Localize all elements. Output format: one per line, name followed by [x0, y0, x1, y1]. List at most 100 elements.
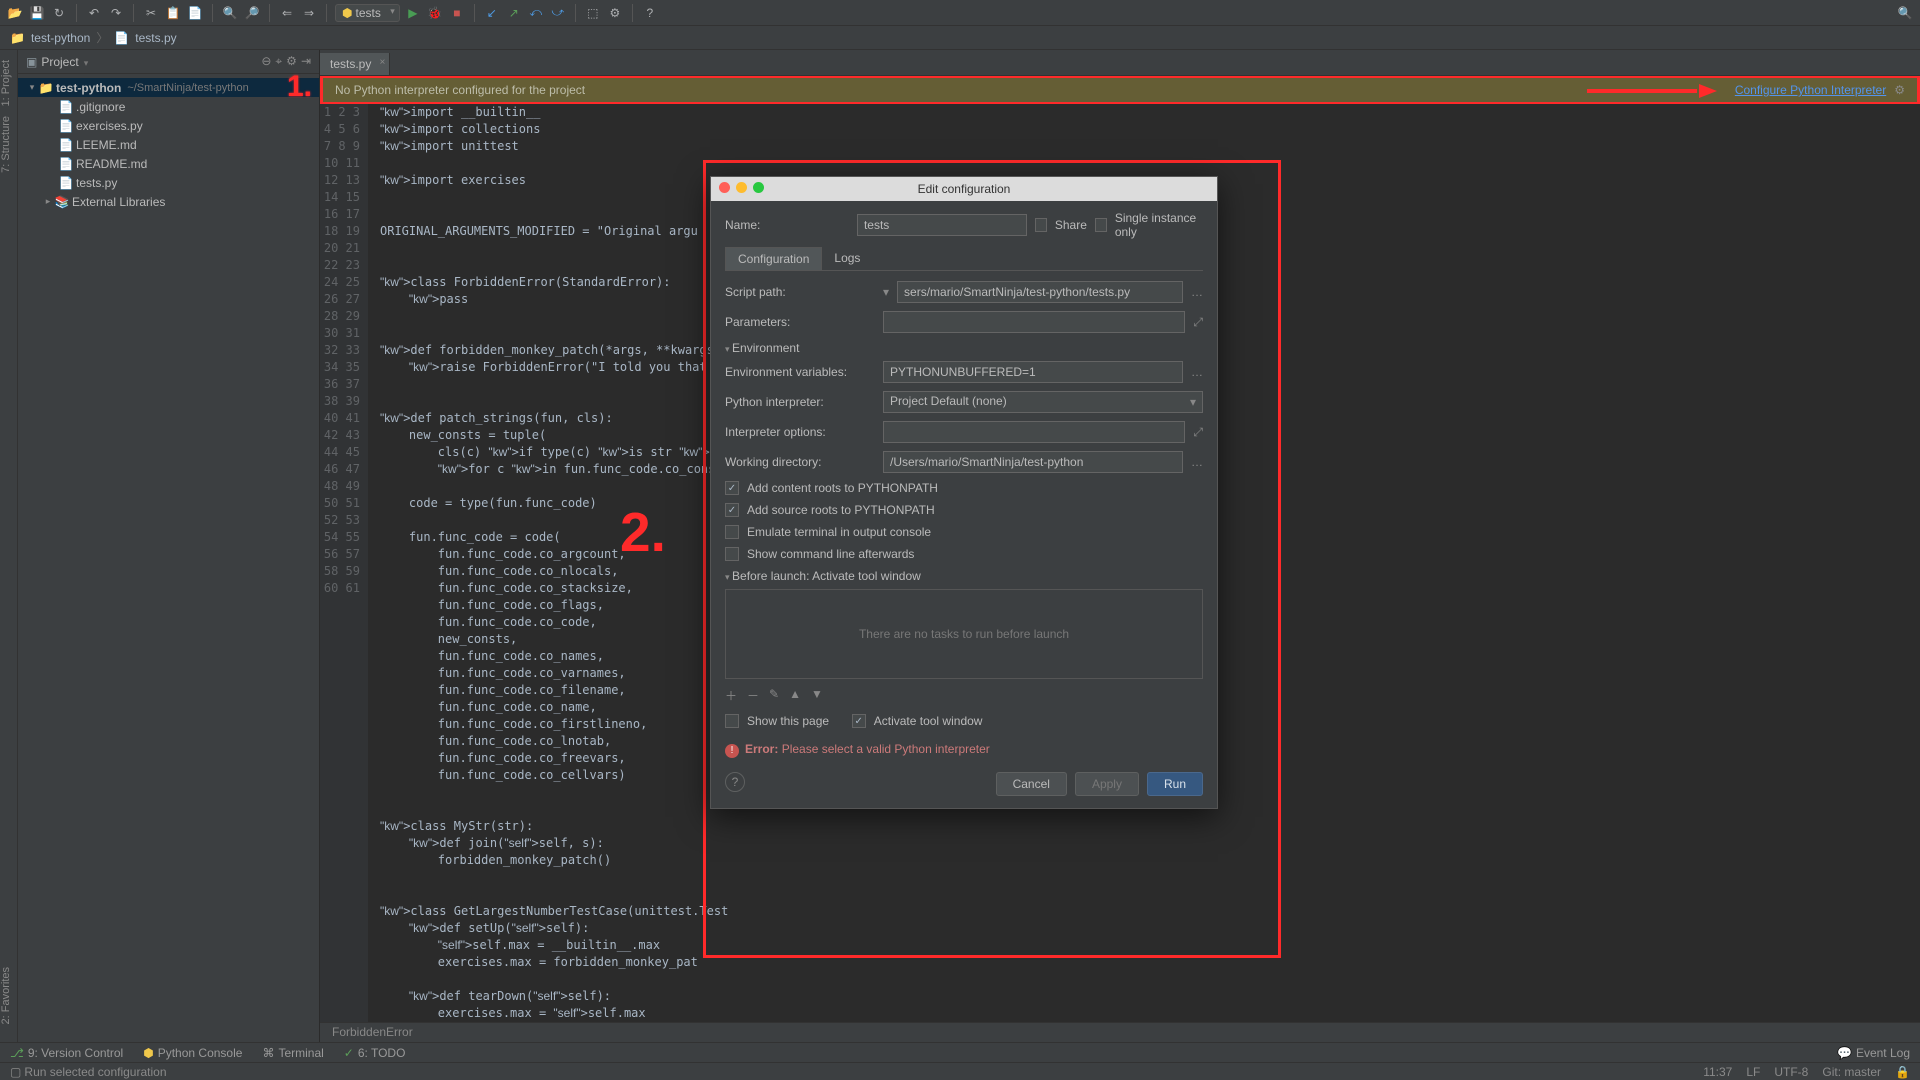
help-icon[interactable]: ?	[641, 4, 659, 22]
structure-icon[interactable]: ⬚	[584, 4, 602, 22]
status-git[interactable]: Git: master	[1822, 1065, 1881, 1079]
tab-logs[interactable]: Logs	[822, 247, 872, 270]
move-up-icon[interactable]: ▲	[789, 687, 801, 704]
add-task-icon[interactable]: ＋	[725, 687, 737, 704]
run-icon[interactable]: ▶	[404, 4, 422, 22]
tool-todo[interactable]: ✓6: TODO	[344, 1046, 406, 1060]
refresh-icon[interactable]: ↻	[50, 4, 68, 22]
stop-icon[interactable]: ■	[448, 4, 466, 22]
status-encoding[interactable]: UTF-8	[1774, 1065, 1808, 1079]
status-lock-icon[interactable]: 🔒	[1895, 1065, 1910, 1079]
paste-icon[interactable]: 📄	[186, 4, 204, 22]
undo-icon[interactable]: ↶	[85, 4, 103, 22]
apply-button[interactable]: Apply	[1075, 772, 1139, 796]
crumb-project[interactable]: test-python	[31, 31, 90, 45]
tree-file-readme[interactable]: 📄README.md	[18, 154, 319, 173]
project-panel: ▣ Project ⊖ ⌖ ⚙ ⇥ ▾📁 test-python ~/Smart…	[18, 50, 320, 1044]
tree-file-leeme[interactable]: 📄LEEME.md	[18, 135, 319, 154]
vcs-update-icon[interactable]: ↙	[483, 4, 501, 22]
show-page-checkbox[interactable]	[725, 714, 739, 728]
tool-terminal[interactable]: ⌘Terminal	[262, 1046, 323, 1060]
envvars-input[interactable]	[883, 361, 1183, 383]
tree-file-gitignore[interactable]: 📄.gitignore	[18, 97, 319, 116]
fwd-icon[interactable]: ⇒	[300, 4, 318, 22]
tab-structure[interactable]: 7: Structure	[0, 116, 12, 173]
working-dir-input[interactable]	[883, 451, 1183, 473]
configure-interpreter-link[interactable]: Configure Python Interpreter	[1735, 83, 1886, 97]
redo-icon[interactable]: ↷	[107, 4, 125, 22]
settings-icon[interactable]: ⚙	[606, 4, 624, 22]
banner-message: No Python interpreter configured for the…	[335, 83, 585, 97]
left-tool-strip: 1: Project 7: Structure 2: Favorites	[0, 50, 18, 1044]
edit-task-icon[interactable]: ✎	[769, 687, 779, 704]
cancel-button[interactable]: Cancel	[996, 772, 1067, 796]
activate-tool-checkbox[interactable]	[852, 714, 866, 728]
help-button[interactable]: ?	[725, 772, 745, 792]
edit-configuration-dialog: Edit configuration Name: Share Single in…	[710, 176, 1218, 809]
tab-tests[interactable]: tests.py×	[320, 53, 390, 75]
source-roots-checkbox[interactable]	[725, 503, 739, 517]
expand-icon[interactable]: ⤢	[1193, 315, 1203, 330]
status-time: 11:37	[1703, 1065, 1732, 1079]
tab-favorites[interactable]: 2: Favorites	[0, 967, 12, 1024]
tab-project[interactable]: 1: Project	[0, 60, 12, 106]
tab-configuration[interactable]: Configuration	[725, 247, 822, 270]
save-icon[interactable]: 💾	[28, 4, 46, 22]
crumb-file[interactable]: tests.py	[135, 31, 176, 45]
working-dir-label: Working directory:	[725, 455, 875, 469]
tree-external-libs[interactable]: ▸📚External Libraries	[18, 192, 319, 211]
interpreter-select[interactable]: Project Default (none)▾	[883, 391, 1203, 413]
status-ws-icon[interactable]: ▢	[10, 1065, 21, 1079]
tool-event-log[interactable]: 💬Event Log	[1837, 1046, 1910, 1060]
window-controls[interactable]	[719, 182, 764, 193]
envvars-browse-icon[interactable]: …	[1191, 365, 1203, 379]
emulate-terminal-checkbox[interactable]	[725, 525, 739, 539]
show-cmdline-checkbox[interactable]	[725, 547, 739, 561]
target-icon[interactable]: ⌖	[275, 54, 282, 69]
content-roots-checkbox[interactable]	[725, 481, 739, 495]
debug-icon[interactable]: 🐞	[426, 4, 444, 22]
cut-icon[interactable]: ✂	[142, 4, 160, 22]
find-icon[interactable]: 🔍	[221, 4, 239, 22]
tree-file-exercises[interactable]: 📄exercises.py	[18, 116, 319, 135]
run-config-selector[interactable]: ⬢tests	[335, 4, 400, 22]
before-launch-section[interactable]: Before launch: Activate tool window	[725, 569, 1203, 583]
copy-icon[interactable]: 📋	[164, 4, 182, 22]
remove-task-icon[interactable]: －	[747, 687, 759, 704]
back-icon[interactable]: ⇐	[278, 4, 296, 22]
gear-icon[interactable]: ⚙	[286, 54, 297, 69]
open-icon[interactable]: 📂	[6, 4, 24, 22]
envvars-label: Environment variables:	[725, 365, 875, 379]
script-path-toggle-icon[interactable]: ▾	[883, 285, 889, 299]
banner-gear-icon[interactable]: ⚙	[1894, 83, 1905, 97]
tool-python-console[interactable]: ⬢Python Console	[143, 1046, 242, 1060]
browse-icon[interactable]: …	[1191, 285, 1203, 299]
name-input[interactable]	[857, 214, 1027, 236]
collapse-icon[interactable]: ⊖	[261, 54, 271, 69]
search-everywhere-icon[interactable]: 🔍	[1896, 4, 1914, 22]
interp-options-input[interactable]	[883, 421, 1185, 443]
environment-section[interactable]: Environment	[725, 341, 1203, 355]
parameters-input[interactable]	[883, 311, 1185, 333]
parameters-label: Parameters:	[725, 315, 875, 329]
status-line-sep[interactable]: LF	[1746, 1065, 1760, 1079]
project-title[interactable]: Project	[41, 55, 78, 69]
replace-icon[interactable]: 🔎	[243, 4, 261, 22]
file-icon: 📄	[114, 31, 129, 45]
tree-root[interactable]: ▾📁 test-python ~/SmartNinja/test-python	[18, 78, 319, 97]
error-line: !Error: Please select a valid Python int…	[725, 736, 1203, 764]
move-down-icon[interactable]: ▼	[811, 687, 823, 704]
script-path-input[interactable]	[897, 281, 1183, 303]
single-instance-checkbox[interactable]	[1095, 218, 1107, 232]
close-tab-icon[interactable]: ×	[380, 57, 386, 68]
expand-icon-2[interactable]: ⤢	[1193, 425, 1203, 440]
vcs-commit-icon[interactable]: ↗	[505, 4, 523, 22]
vcs-history-icon[interactable]: ⤺	[527, 4, 545, 22]
share-checkbox[interactable]	[1035, 218, 1047, 232]
tool-vcs[interactable]: ⎇9: Version Control	[10, 1046, 123, 1060]
hide-icon[interactable]: ⇥	[301, 54, 311, 69]
run-button[interactable]: Run	[1147, 772, 1203, 796]
wdir-browse-icon[interactable]: …	[1191, 455, 1203, 469]
vcs-rollback-icon[interactable]: ⤻	[549, 4, 567, 22]
tree-file-tests[interactable]: 📄tests.py	[18, 173, 319, 192]
